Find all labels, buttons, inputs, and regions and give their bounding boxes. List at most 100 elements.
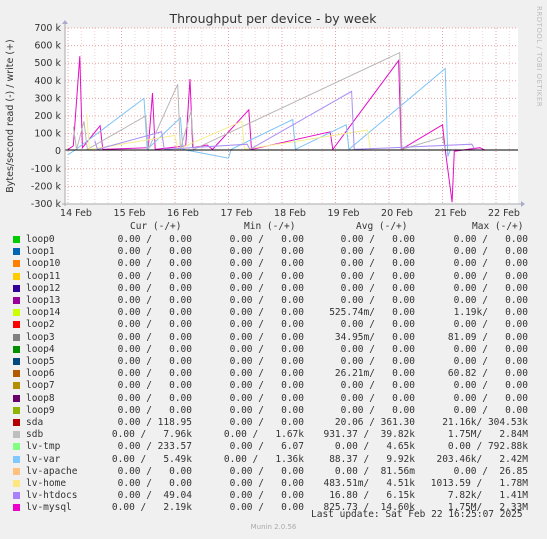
plot-area [65, 28, 518, 204]
legend-cur-value: 0.00 / 0.00 [117, 282, 192, 294]
legend-avg-value: 0.00 / 0.00 [340, 258, 415, 270]
legend-row-loop3: loop3 0.00 / 0.00 0.00 / 0.00 34.95m/ 0.00 8… [0, 332, 547, 344]
legend-name: lv-tmp [26, 441, 61, 453]
legend-row-loop6: loop6 0.00 / 0.00 0.00 / 0.00 26.21m/ 0.00 6… [0, 368, 547, 380]
legend-avg-value: 525.74m/ 0.00 [329, 307, 415, 319]
legend-min-value: 0.00 / 0.00 [229, 392, 304, 404]
legend-swatch [13, 358, 20, 365]
legend-name: loop6 [26, 368, 55, 380]
legend-min-value: 0.00 / 0.00 [229, 343, 304, 355]
legend-cur-value: 0.00 / 0.00 [117, 478, 192, 489]
x-tick-label: 20 Feb [381, 208, 413, 219]
legend-min-value: 0.00 / 0.00 [229, 270, 304, 282]
legend-avg-value: 0.00 / 0.00 [340, 270, 415, 282]
legend-swatch [13, 309, 20, 317]
legend-name: loop9 [26, 404, 55, 416]
legend-name: loop13 [26, 295, 61, 306]
legend-min-value: 0.00 / 0.00 [229, 380, 304, 392]
legend-row-lv-apache: lv-apache 0.00 / 0.00 0.00 / 0.00 0.00 / 81… [0, 466, 547, 478]
legend-avg-value: 483.51m/ 4.51k [323, 478, 415, 489]
legend-max-value: 0.00 / 0.00 [453, 258, 528, 270]
legend-name: loop1 [26, 246, 55, 258]
legend-row-loop2: loop2 0.00 / 0.00 0.00 / 0.00 0.00 / 0.00 0.… [0, 319, 547, 331]
legend-swatch [13, 284, 20, 292]
legend-header-avg: Avg (-/+) [356, 221, 408, 232]
x-tick-label: 22 Feb [488, 208, 520, 219]
legend-name: loop4 [26, 343, 55, 355]
legend-avg-value: 0.00 / 0.00 [340, 319, 415, 331]
x-tick-labels: 14 Feb 15 Feb 16 Feb 17 Feb 18 Feb 19 Feb 20 F… [60, 208, 520, 219]
legend-max-value: 1.19k/ 0.00 [453, 307, 528, 319]
legend-row-loop10: loop10 0.00 / 0.00 0.00 / 0.00 0.00 / 0.00 0… [0, 258, 547, 270]
legend-cur-value: 0.00 / 0.00 [117, 404, 192, 416]
legend-min-value: 0.00 / 0.00 [229, 368, 304, 380]
y-tick-label: -100 k [31, 164, 62, 175]
legend-min-value: 0.00 / 1.36k [223, 453, 304, 465]
legend-swatch [13, 406, 20, 414]
legend-max-value: 0.00 / 0.00 [453, 295, 528, 306]
legend-cur-value: 0.00 / 0.00 [117, 295, 192, 306]
legend-header-cur: Cur (-/+) [130, 221, 182, 232]
legend-row-loop5: loop5 0.00 / 0.00 0.00 / 0.00 0.00 / 0.00 0.… [0, 356, 547, 368]
legend-cur-value: 0.00 / 0.00 [117, 392, 192, 404]
legend-name: loop14 [26, 307, 61, 319]
legend-swatch [13, 467, 20, 475]
x-tick-label: 14 Feb [60, 208, 92, 219]
y-tick-label: 100 k [34, 129, 61, 140]
legend-avg-value: 0.00 / 0.00 [340, 282, 415, 294]
legend-avg-value: 0.00 / 4.65k [334, 441, 415, 453]
legend-avg-value: 0.00 / 0.00 [340, 295, 415, 306]
legend-max-value: 203.46k/ 2.42M [436, 453, 528, 465]
legend-name: loop11 [26, 270, 61, 282]
legend-row-sdb: sdb 0.00 / 7.96k 0.00 / 1.67k 931.37 / 39.8… [0, 429, 547, 441]
last-update: Last update: Sat Feb 22 16:25:07 2025 [311, 509, 523, 520]
munin-version: Munin 2.0.56 [250, 523, 297, 531]
legend-cur-value: 0.00 / 7.96k [111, 429, 192, 441]
legend-row-loop4: loop4 0.00 / 0.00 0.00 / 0.00 0.00 / 0.00 0.… [0, 344, 547, 356]
chart: Throughput per device - by week Bytes/se… [5, 11, 525, 219]
legend-avg-value: 0.00 / 81.56m [334, 465, 415, 477]
legend-row-loop1: loop1 0.00 / 0.00 0.00 / 0.00 0.00 / 0.00 0.… [0, 246, 547, 258]
legend-cur-value: 0.00 / 0.00 [117, 270, 192, 282]
legend-min-value: 0.00 / 0.00 [229, 319, 304, 331]
legend-swatch [13, 455, 20, 463]
legend-avg-value: 0.00 / 0.00 [340, 392, 415, 404]
legend-row-loop12: loop12 0.00 / 0.00 0.00 / 0.00 0.00 / 0.00 0… [0, 283, 547, 295]
legend-header-max: Max (-/+) [472, 221, 524, 232]
legend-cur-value: 0.00 / 49.04 [117, 490, 192, 502]
legend-cur-value: 0.00 / 233.57 [117, 441, 192, 453]
legend-row-sda: sda 0.00 / 118.95 0.00 / 0.00 20.06 / 361.3… [0, 417, 547, 429]
legend-min-value: 0.00 / 0.00 [229, 307, 304, 319]
legend-min-value: 0.00 / 0.00 [229, 331, 304, 343]
x-tick-label: 19 Feb [328, 208, 360, 219]
legend-swatch [13, 394, 20, 402]
legend-min-value: 0.00 / 0.00 [229, 404, 304, 416]
legend-max-value: 0.00 / 0.00 [453, 392, 528, 404]
legend-swatch [13, 504, 20, 512]
legend-cur-value: 0.00 / 2.19k [111, 502, 192, 514]
legend-cur-value: 0.00 / 0.00 [117, 465, 192, 477]
legend-min-value: 0.00 / 0.00 [229, 478, 304, 489]
legend-name: sda [26, 417, 44, 428]
legend-name: lv-htdocs [26, 490, 78, 502]
legend-cur-value: 0.00 / 118.95 [117, 417, 192, 428]
legend-avg-value: 0.00 / 0.00 [340, 380, 415, 392]
legend-max-value: 0.00 / 0.00 [453, 246, 528, 258]
y-tick-label: 200 k [34, 111, 61, 122]
legend-max-value: 0.00 / 0.00 [453, 234, 528, 245]
legend-name: loop2 [26, 319, 55, 331]
legend-cur-value: 0.00 / 0.00 [117, 307, 192, 319]
legend-cur-value: 0.00 / 0.00 [117, 246, 192, 258]
legend-min-value: 0.00 / 0.00 [229, 502, 304, 514]
legend-avg-value: 0.00 / 0.00 [340, 404, 415, 416]
legend-name: sdb [26, 429, 44, 441]
legend-max-value: 0.00 / 0.00 [453, 404, 528, 416]
legend-min-value: 0.00 / 0.00 [229, 465, 304, 477]
x-tick-label: 21 Feb [435, 208, 467, 219]
legend-row-loop13: loop13 0.00 / 0.00 0.00 / 0.00 0.00 / 0.00 0… [0, 295, 547, 307]
legend-cur-value: 0.00 / 0.00 [117, 368, 192, 380]
legend-max-value: 0.00 / 0.00 [453, 380, 528, 392]
legend-swatch [13, 236, 20, 243]
legend-cur-value: 0.00 / 0.00 [117, 343, 192, 355]
legend-swatch [13, 419, 20, 426]
